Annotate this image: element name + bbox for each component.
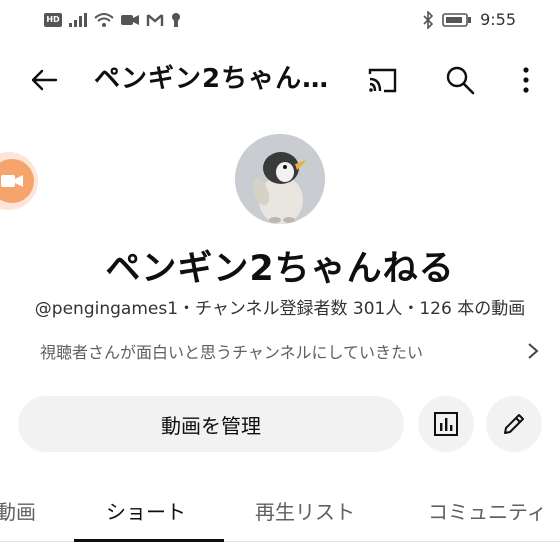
more-options-button[interactable] (504, 58, 548, 102)
record-floating-button-inner (0, 159, 34, 203)
wifi-icon (94, 13, 114, 27)
edit-channel-button[interactable] (486, 396, 542, 452)
status-bar-right: 9:55 (422, 10, 516, 29)
back-button[interactable] (22, 58, 66, 102)
active-tab-indicator (74, 539, 224, 542)
tab-shorts[interactable]: ショート (106, 496, 186, 525)
analytics-button[interactable] (418, 396, 474, 452)
hd-badge: HD (44, 13, 62, 27)
gmail-icon (146, 14, 164, 26)
record-floating-button[interactable] (0, 152, 38, 210)
manage-videos-button[interactable]: 動画を管理 (18, 396, 404, 452)
cast-icon (368, 68, 397, 93)
channel-description[interactable]: 視聴者さんが面白いと思うチャンネルにしていきたい (40, 338, 540, 364)
back-arrow-icon (31, 69, 58, 91)
video-camera-icon (1, 175, 23, 187)
signal-icon (69, 13, 87, 27)
penguin-avatar-image (235, 134, 325, 224)
more-vert-icon (523, 67, 529, 93)
search-button[interactable] (438, 58, 482, 102)
app-bar-title: ペンギン2ちゃんねる (94, 64, 334, 94)
analytics-icon (434, 412, 458, 436)
keyhole-icon (172, 13, 180, 27)
chevron-right-icon (528, 343, 539, 359)
app-bar: ペンギン2ちゃんねる (0, 50, 560, 110)
channel-tabs: 動画 ショート 再生リスト コミュニティ (0, 480, 560, 542)
channel-avatar[interactable] (235, 134, 325, 224)
bluetooth-icon (423, 10, 434, 29)
tab-playlists[interactable]: 再生リスト (255, 496, 355, 525)
channel-meta: @pengingames1・チャンネル登録者数 301人・126 本の動画 (34, 299, 526, 319)
cast-button[interactable] (360, 58, 404, 102)
channel-description-text: 視聴者さんが面白いと思うチャンネルにしていきたい (40, 343, 424, 362)
tab-community[interactable]: コミュニティ (428, 496, 547, 525)
pencil-icon (504, 414, 524, 434)
camera-icon (121, 15, 139, 25)
tab-videos[interactable]: 動画 (0, 496, 36, 525)
search-icon (446, 66, 475, 95)
status-bar-left: HD (44, 12, 182, 28)
channel-name: ペンギン2ちゃんねる (105, 249, 455, 289)
battery-icon (442, 12, 472, 27)
clock: 9:55 (480, 10, 516, 29)
status-bar: HD 9:55 (0, 0, 560, 44)
